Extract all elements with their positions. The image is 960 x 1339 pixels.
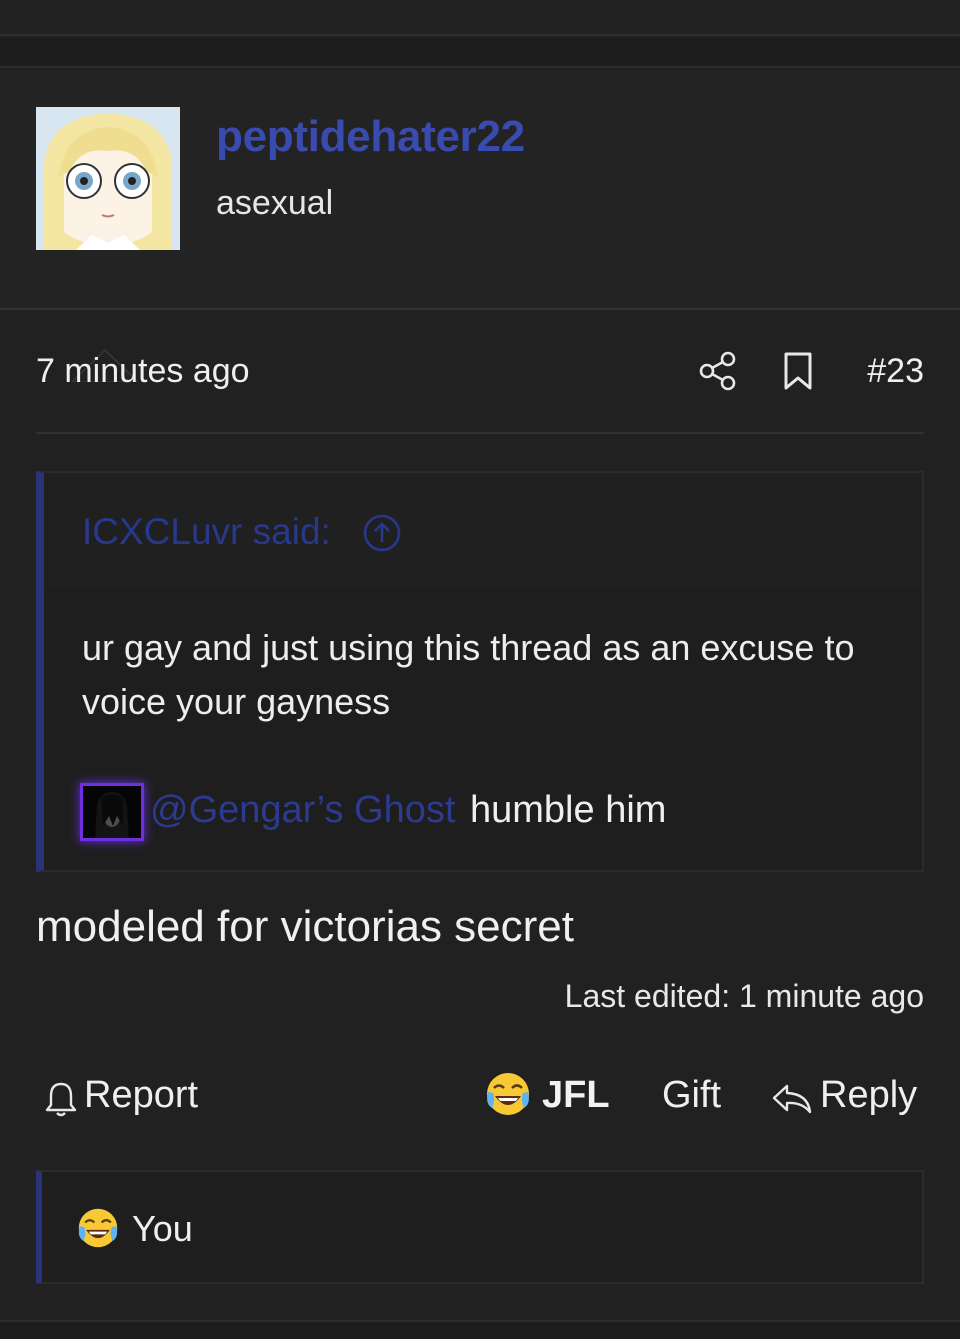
- reply-label: Reply: [820, 1074, 918, 1116]
- quote-text: ur gay and just using this thread as an …: [82, 627, 855, 722]
- mention-avatar[interactable]: [80, 783, 144, 841]
- user-mention-link[interactable]: @Gengar’s Ghost: [150, 789, 455, 832]
- post-timestamp[interactable]: 7 minutes ago: [36, 352, 250, 391]
- bell-icon: [45, 1082, 77, 1117]
- user-title: asexual: [216, 184, 334, 222]
- quote-block: ICXCLuvr said: ur gay and just using thi…: [36, 471, 924, 872]
- reply-button[interactable]: Reply: [770, 1074, 924, 1118]
- top-bar: [0, 0, 960, 36]
- quote-jump-icon[interactable]: [362, 513, 402, 553]
- laughing-crying-icon: [78, 1208, 118, 1248]
- meta-divider: [36, 432, 924, 434]
- reaction-button[interactable]: JFL: [542, 1074, 610, 1117]
- gift-button[interactable]: Gift: [662, 1074, 721, 1117]
- post-number-link[interactable]: #23: [867, 352, 924, 391]
- username-link[interactable]: peptidehater22: [216, 112, 525, 162]
- reply-arrow-icon: [772, 1084, 812, 1114]
- quote-mention-line: @Gengar’s Ghost humble him: [80, 779, 900, 841]
- report-label: Report: [84, 1074, 199, 1116]
- last-edited: Last edited: 1 minute ago: [564, 978, 924, 1014]
- post-meta: 7 minutes ago #23: [36, 350, 924, 394]
- reactions-bar[interactable]: You: [36, 1170, 924, 1284]
- quote-author-link[interactable]: ICXCLuvr said:: [82, 511, 331, 553]
- share-icon[interactable]: [698, 350, 738, 392]
- user-avatar[interactable]: [36, 107, 180, 250]
- post-user-header: peptidehater22 asexual: [0, 70, 960, 382]
- post-actions: Report JFL Gift Reply: [36, 1068, 924, 1124]
- mention-text: humble him: [470, 789, 667, 831]
- post-body-text: modeled for victorias secret: [36, 902, 574, 951]
- quote-header: ICXCLuvr said:: [44, 473, 922, 587]
- reactor-name: You: [132, 1208, 193, 1249]
- bottom-divider: [0, 1320, 960, 1339]
- spacer-band: [0, 38, 960, 68]
- laughing-crying-icon[interactable]: [484, 1070, 532, 1118]
- bookmark-icon[interactable]: [782, 350, 814, 392]
